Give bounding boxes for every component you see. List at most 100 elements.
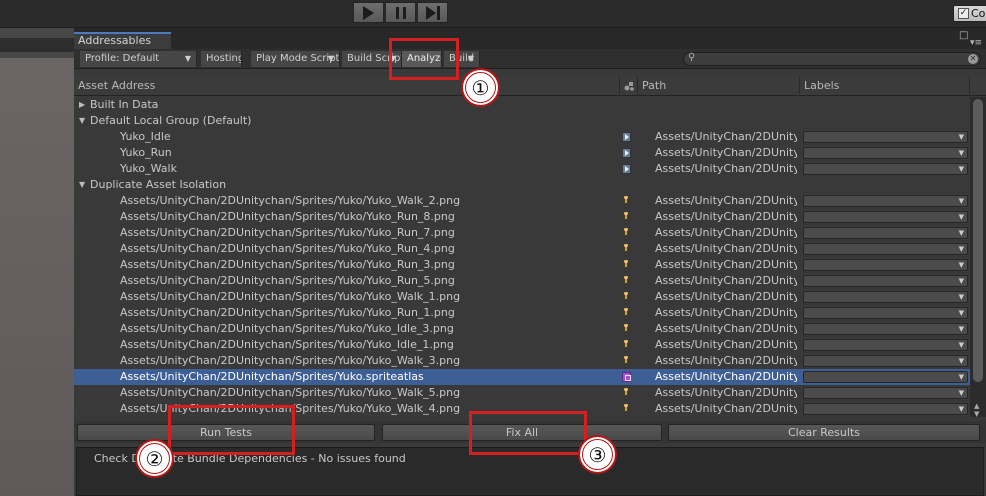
row-label: Assets/UnityChan/2DUnitychan/Sprites/Yuk… bbox=[120, 290, 461, 303]
labels-dropdown[interactable]: ▼ bbox=[803, 371, 968, 383]
profile-label: Profile: Default bbox=[85, 53, 160, 64]
asset-row[interactable]: Assets/UnityChan/2DUnitychan/Sprites/Yuk… bbox=[74, 305, 970, 321]
column-path[interactable]: Path bbox=[638, 76, 800, 96]
chevron-down-icon: ▼ bbox=[958, 229, 964, 237]
hosting-label: Hosting bbox=[206, 53, 242, 64]
chevron-down-icon: ▼ bbox=[958, 293, 964, 301]
chevron-down-icon[interactable]: ▼ bbox=[79, 177, 85, 193]
asset-row[interactable]: Assets/UnityChan/2DUnitychan/Sprites/Yuk… bbox=[74, 337, 970, 353]
asset-row[interactable]: Assets/UnityChan/2DUnitychan/Sprites/Yuk… bbox=[74, 193, 970, 209]
asset-row[interactable]: Assets/UnityChan/2DUnitychan/Sprites/Yuk… bbox=[74, 289, 970, 305]
chevron-down-icon: ▼ bbox=[958, 357, 964, 365]
sprite-icon bbox=[622, 292, 631, 302]
playmode-script-dropdown[interactable]: Play Mode Script ▼ bbox=[251, 51, 340, 67]
asset-row[interactable]: Assets/UnityChan/2DUnitychan/Sprites/Yuk… bbox=[74, 257, 970, 273]
chevron-down-icon[interactable]: ▼ bbox=[79, 113, 85, 129]
labels-dropdown[interactable]: ▼ bbox=[803, 291, 968, 303]
asset-row[interactable]: Assets/UnityChan/2DUnitychan/Sprites/Yuk… bbox=[74, 273, 970, 289]
sprite-icon bbox=[622, 340, 631, 350]
row-path: Assets/UnityChan/2DUnitych bbox=[655, 306, 797, 319]
clear-results-button[interactable]: Clear Results bbox=[668, 424, 980, 441]
row-path: Assets/UnityChan/2DUnitych bbox=[655, 338, 797, 351]
group-row[interactable]: ▶ Built In Data bbox=[74, 97, 970, 113]
sprite-icon bbox=[622, 196, 631, 206]
scene-view-canvas[interactable] bbox=[0, 58, 74, 496]
play-button[interactable] bbox=[353, 2, 384, 23]
collab-button[interactable]: ✓ Co bbox=[953, 5, 986, 22]
labels-dropdown[interactable]: ▼ bbox=[803, 227, 968, 239]
asset-row[interactable]: Yuko_Walk Assets/UnityChan/2DUnitych ▼ bbox=[74, 161, 970, 177]
group-row[interactable]: ▼ Default Local Group (Default) bbox=[74, 113, 970, 129]
labels-dropdown[interactable]: ▼ bbox=[803, 259, 968, 271]
row-label: Assets/UnityChan/2DUnitychan/Sprites/Yuk… bbox=[120, 194, 461, 207]
asset-row[interactable]: Assets/UnityChan/2DUnitychan/Sprites/Yuk… bbox=[74, 241, 970, 257]
play-icon bbox=[622, 164, 631, 174]
chevron-down-icon: ▼ bbox=[958, 373, 964, 381]
check-icon: ✓ bbox=[958, 8, 969, 19]
tree-column-header: Asset Address Path Labels bbox=[74, 76, 986, 96]
scene-view-toolbar bbox=[0, 38, 74, 52]
asset-row[interactable]: Assets/UnityChan/2DUnitychan/Sprites/Yuk… bbox=[74, 385, 970, 401]
row-path: Assets/UnityChan/2DUnitych bbox=[655, 290, 797, 303]
asset-row[interactable]: Assets/UnityChan/2DUnitychan/Sprites/Yuk… bbox=[74, 225, 970, 241]
chevron-down-icon: ▼ bbox=[958, 133, 964, 141]
chevron-down-icon: ▼ bbox=[958, 149, 964, 157]
step-button[interactable] bbox=[417, 2, 448, 23]
scroll-up-icon[interactable]: ▲ bbox=[974, 402, 979, 410]
labels-dropdown[interactable]: ▼ bbox=[803, 131, 968, 143]
sprite-icon bbox=[622, 324, 631, 334]
row-path: Assets/UnityChan/2DUnitych bbox=[655, 258, 797, 271]
labels-dropdown[interactable]: ▼ bbox=[803, 163, 968, 175]
labels-dropdown[interactable]: ▼ bbox=[803, 339, 968, 351]
row-label: Duplicate Asset Isolation bbox=[90, 178, 227, 191]
step-badge-1: ① bbox=[461, 68, 500, 107]
search-input[interactable]: ⚲ ✕ bbox=[683, 52, 981, 66]
tab-title: Addressables bbox=[78, 34, 152, 47]
chevron-down-icon: ▼ bbox=[958, 277, 964, 285]
pause-button[interactable] bbox=[385, 2, 416, 23]
labels-dropdown[interactable]: ▼ bbox=[803, 403, 968, 415]
play-icon bbox=[622, 148, 631, 158]
column-type[interactable] bbox=[620, 76, 638, 96]
labels-dropdown[interactable]: ▼ bbox=[803, 275, 968, 287]
row-path: Assets/UnityChan/2DUnitych bbox=[655, 354, 797, 367]
search-icon: ⚲ bbox=[688, 52, 696, 63]
asset-row[interactable]: Assets/UnityChan/2DUnitychan/Sprites/Yuk… bbox=[74, 321, 970, 337]
window-tab-bar: Addressables □ ▾≡ bbox=[74, 28, 986, 49]
labels-dropdown[interactable]: ▼ bbox=[803, 195, 968, 207]
row-path: Assets/UnityChan/2DUnitych bbox=[655, 274, 797, 287]
column-labels[interactable]: Labels bbox=[800, 76, 970, 96]
labels-dropdown[interactable]: ▼ bbox=[803, 211, 968, 223]
column-asset-address[interactable]: Asset Address bbox=[74, 76, 620, 96]
group-row[interactable]: ▼ Duplicate Asset Isolation bbox=[74, 177, 970, 193]
labels-dropdown[interactable]: ▼ bbox=[803, 243, 968, 255]
chevron-down-icon: ▼ bbox=[958, 261, 964, 269]
row-label: Assets/UnityChan/2DUnitychan/Sprites/Yuk… bbox=[120, 242, 455, 255]
asset-row[interactable]: Assets/UnityChan/2DUnitychan/Sprites/Yuk… bbox=[74, 209, 970, 225]
row-path: Assets/UnityChan/2DUnitych bbox=[655, 130, 797, 143]
labels-dropdown[interactable]: ▼ bbox=[803, 323, 968, 335]
tab-menu-icon[interactable]: ▾≡ bbox=[970, 38, 982, 48]
chevron-down-icon: ▼ bbox=[958, 309, 964, 317]
tab-addressables[interactable]: Addressables bbox=[74, 32, 171, 49]
tree-scrollbar[interactable]: ▲ ▼ bbox=[970, 97, 986, 418]
labels-dropdown[interactable]: ▼ bbox=[803, 147, 968, 159]
labels-dropdown[interactable]: ▼ bbox=[803, 307, 968, 319]
profile-dropdown[interactable]: Profile: Default ▼ bbox=[80, 51, 197, 67]
pause-icon bbox=[395, 6, 406, 19]
chevron-right-icon[interactable]: ▶ bbox=[79, 97, 85, 113]
asset-row[interactable]: Yuko_Idle Assets/UnityChan/2DUnitych ▼ bbox=[74, 129, 970, 145]
asset-row[interactable]: Yuko_Run Assets/UnityChan/2DUnitych ▼ bbox=[74, 145, 970, 161]
labels-dropdown[interactable]: ▼ bbox=[803, 387, 968, 399]
chevron-down-icon: ▼ bbox=[958, 325, 964, 333]
maximize-icon[interactable]: □ bbox=[959, 30, 968, 41]
chevron-down-icon: ▼ bbox=[958, 213, 964, 221]
scrollbar-thumb[interactable] bbox=[973, 99, 983, 382]
clear-search-icon[interactable]: ✕ bbox=[968, 54, 978, 64]
labels-dropdown[interactable]: ▼ bbox=[803, 355, 968, 367]
hosting-button[interactable]: Hosting bbox=[201, 51, 242, 67]
scroll-down-icon[interactable]: ▼ bbox=[974, 410, 979, 418]
asset-row[interactable]: Assets/UnityChan/2DUnitychan/Sprites/Yuk… bbox=[74, 369, 970, 385]
type-icon bbox=[624, 82, 634, 91]
asset-row[interactable]: Assets/UnityChan/2DUnitychan/Sprites/Yuk… bbox=[74, 353, 970, 369]
